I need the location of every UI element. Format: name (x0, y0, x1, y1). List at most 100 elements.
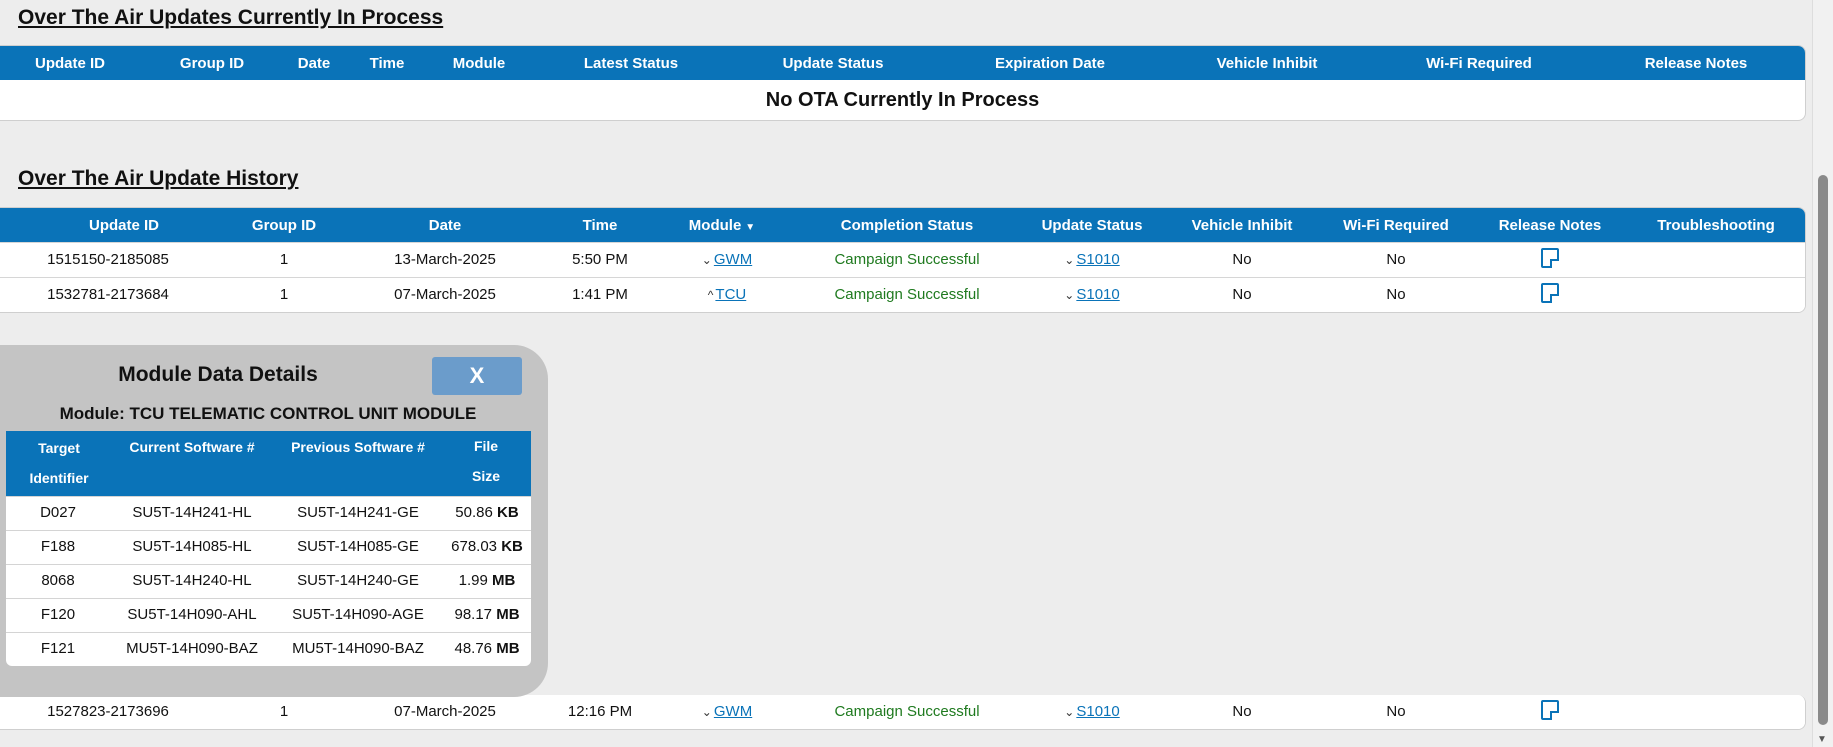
group-id: 1 (279, 703, 289, 720)
history-table-continued: 1527823-2173696 1 07-March-2025 12:16 PM… (0, 695, 1806, 730)
time: 5:50 PM (572, 251, 628, 268)
col-expiration-date[interactable]: Expiration Date (995, 55, 1105, 72)
col-update-id[interactable]: Update ID (89, 217, 159, 234)
col-previous-software[interactable]: Previous Software # (291, 432, 425, 462)
col-module[interactable]: Module (453, 55, 506, 72)
target-identifier: F121 (40, 640, 76, 657)
wifi-required: No (1386, 286, 1406, 303)
col-vehicle-inhibit[interactable]: Vehicle Inhibit (1217, 55, 1318, 72)
chevron-down-icon[interactable]: ⌄ (1064, 253, 1074, 267)
group-id: 1 (279, 251, 289, 268)
col-date[interactable]: Date (298, 55, 331, 72)
scroll-down-arrow-icon[interactable]: ▼ (1817, 734, 1827, 745)
module-data-table: Target Identifier Current Software # Prev… (6, 431, 531, 666)
col-target-line2: Identifier (29, 470, 89, 486)
col-wifi-required[interactable]: Wi-Fi Required (1343, 217, 1449, 234)
table-row: 1532781-2173684 1 07-March-2025 1:41 PM … (0, 277, 1805, 312)
file-size: 678.03 KB (451, 538, 523, 555)
table-row: F120 SU5T-14H090-AHL SU5T-14H090-AGE 98.… (6, 598, 531, 632)
file-size-unit: KB (497, 504, 519, 521)
update-status-link[interactable]: ⌄ S1010 (1064, 251, 1119, 268)
col-vehicle-inhibit[interactable]: Vehicle Inhibit (1192, 217, 1293, 234)
col-group-id[interactable]: Group ID (180, 55, 244, 72)
in-process-table: Update ID Group ID Date Time Module Late… (0, 45, 1806, 121)
time: 1:41 PM (572, 286, 628, 303)
table-row: 1515150-2185085 1 13-March-2025 5:50 PM … (0, 242, 1805, 277)
history-header: Update ID Group ID Date Time Module ▼ Com… (0, 208, 1805, 242)
col-completion-status[interactable]: Completion Status (841, 217, 974, 234)
col-update-id[interactable]: Update ID (35, 55, 105, 72)
modal-subtitle: Module: TCU TELEMATIC CONTROL UNIT MODUL… (59, 404, 477, 423)
col-update-status[interactable]: Update Status (783, 55, 884, 72)
col-update-status[interactable]: Update Status (1042, 217, 1143, 234)
module-name[interactable]: TCU (715, 286, 746, 303)
col-release-notes[interactable]: Release Notes (1645, 55, 1748, 72)
file-size-value: 98.17 (454, 606, 493, 623)
update-status[interactable]: S1010 (1076, 703, 1119, 720)
release-notes-button[interactable] (1541, 248, 1559, 272)
col-date[interactable]: Date (429, 217, 462, 234)
previous-software: SU5T-14H090-AGE (292, 606, 424, 623)
chevron-down-icon[interactable]: ⌄ (702, 705, 712, 719)
col-current-software[interactable]: Current Software # (129, 432, 254, 462)
in-process-title: Over The Air Updates Currently In Proces… (18, 6, 444, 29)
file-size-unit: KB (501, 538, 523, 555)
module-link[interactable]: ⌄ GWM (702, 703, 752, 720)
modal-title: Module Data Details (118, 363, 318, 386)
table-row: 8068 SU5T-14H240-HL SU5T-14H240-GE 1.99 … (6, 564, 531, 598)
module-link[interactable]: ⌄ GWM (702, 251, 752, 268)
date: 07-March-2025 (394, 703, 496, 720)
module-name[interactable]: GWM (714, 251, 752, 268)
col-troubleshooting[interactable]: Troubleshooting (1657, 217, 1775, 234)
col-target-identifier[interactable]: Target Identifier (29, 433, 88, 493)
update-status-link[interactable]: ⌄ S1010 (1064, 286, 1119, 303)
note-icon[interactable] (1541, 283, 1559, 303)
note-icon[interactable] (1541, 700, 1559, 720)
col-wifi-required[interactable]: Wi-Fi Required (1426, 55, 1532, 72)
file-size-value: 1.99 (458, 572, 488, 589)
update-status[interactable]: S1010 (1076, 251, 1119, 268)
col-release-notes[interactable]: Release Notes (1499, 217, 1602, 234)
target-identifier: F188 (40, 538, 76, 555)
col-module-label: Module (688, 217, 742, 234)
col-group-id[interactable]: Group ID (252, 217, 316, 234)
chevron-up-icon[interactable]: ^ (708, 288, 714, 302)
col-time[interactable]: Time (583, 217, 618, 234)
current-software: SU5T-14H090-AHL (127, 606, 257, 623)
release-notes-button[interactable] (1541, 283, 1559, 307)
module-name[interactable]: GWM (714, 703, 752, 720)
history-title: Over The Air Update History (18, 167, 299, 190)
col-latest-status[interactable]: Latest Status (584, 55, 678, 72)
update-status[interactable]: S1010 (1076, 286, 1119, 303)
target-identifier: 8068 (41, 572, 75, 589)
scrollbar-thumb[interactable] (1818, 175, 1828, 725)
file-size: 48.76 MB (454, 640, 519, 657)
col-target-line1: Target (38, 440, 80, 456)
date: 07-March-2025 (394, 286, 496, 303)
vertical-scrollbar[interactable]: ▼ (1812, 0, 1833, 747)
update-id: 1515150-2185085 (47, 251, 169, 268)
chevron-down-icon[interactable]: ⌄ (1064, 705, 1074, 719)
completion-status: Campaign Successful (834, 703, 980, 720)
current-software: SU5T-14H085-HL (132, 538, 252, 555)
time: 12:16 PM (567, 703, 633, 720)
update-status-link[interactable]: ⌄ S1010 (1064, 703, 1119, 720)
no-ota-message: No OTA Currently In Process (765, 89, 1040, 111)
col-file-size[interactable]: File Size (464, 431, 509, 491)
release-notes-button[interactable] (1541, 700, 1559, 724)
module-link[interactable]: ^ TCU (708, 286, 746, 303)
sort-down-icon[interactable]: ▼ (745, 222, 755, 233)
chevron-down-icon[interactable]: ⌄ (1064, 288, 1074, 302)
current-software: SU5T-14H241-HL (132, 504, 252, 521)
col-time[interactable]: Time (370, 55, 405, 72)
chevron-down-icon[interactable]: ⌄ (702, 253, 712, 267)
history-table: Update ID Group ID Date Time Module ▼ Com… (0, 207, 1806, 313)
col-module[interactable]: Module ▼ (689, 217, 755, 234)
table-row: F121 MU5T-14H090-BAZ MU5T-14H090-BAZ 48.… (6, 632, 531, 666)
module-data-header: Target Identifier Current Software # Prev… (6, 431, 531, 496)
previous-software: SU5T-14H085-GE (297, 538, 419, 555)
close-button[interactable]: X (432, 357, 522, 395)
module-data-modal: Module Data Details X Module: TCU TELEMA… (0, 345, 548, 697)
vehicle-inhibit: No (1232, 286, 1252, 303)
note-icon[interactable] (1541, 248, 1559, 268)
